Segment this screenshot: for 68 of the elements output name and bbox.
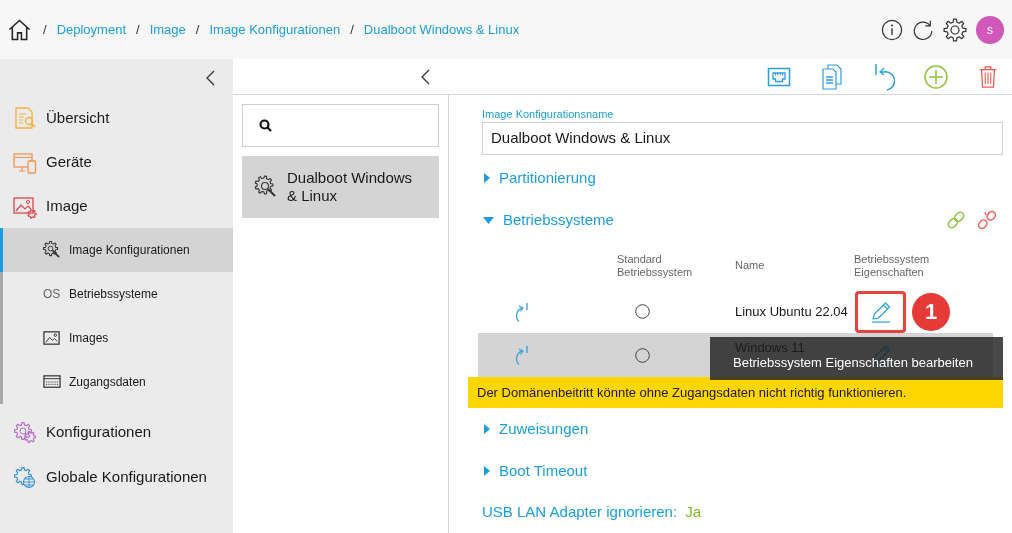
sidebar-label: Globale Konfigurationen xyxy=(46,466,207,487)
radio-button[interactable] xyxy=(635,347,650,363)
documents-icon[interactable] xyxy=(820,63,844,90)
rotate-arrow-icon[interactable] xyxy=(514,345,530,365)
settings-icon[interactable] xyxy=(943,17,967,42)
gear-search-icon xyxy=(254,175,278,199)
broken-link-icon[interactable] xyxy=(976,209,998,231)
section-title: Betriebssysteme xyxy=(503,209,614,230)
setting-value: Ja xyxy=(685,501,701,522)
sidebar-label: Übersicht xyxy=(46,107,110,128)
section-title: Zuweisungen xyxy=(499,418,589,439)
setting-label: USB LAN Adapter ignorieren: xyxy=(482,501,678,522)
warning-banner: Der Domänenbeitritt könnte ohne Zugangsdaten nicht richtig funktionieren. xyxy=(468,377,1003,408)
image-gear-icon xyxy=(13,194,37,219)
callout-badge: 1 xyxy=(912,292,950,331)
gear-search-icon xyxy=(43,241,61,259)
breadcrumb-separator: / xyxy=(43,20,47,39)
gears-icon xyxy=(13,420,37,444)
sidebar-label: Images xyxy=(69,330,109,347)
sidebar-subitem[interactable]: Image Konfigurationen xyxy=(0,228,233,272)
breadcrumb-separator: / xyxy=(136,20,140,39)
info-icon[interactable] xyxy=(881,18,903,41)
search-field[interactable] xyxy=(242,104,439,147)
sidebar-subitem[interactable]: OS Betriebssysteme xyxy=(0,272,233,316)
name-input[interactable]: Dualboot Windows & Linux xyxy=(482,122,1003,155)
sidebar-item[interactable]: Geräte xyxy=(0,140,233,185)
section-title: Partitionierung xyxy=(499,167,596,188)
sidebar-subitem[interactable]: Zugangsdaten xyxy=(0,360,233,404)
sidebar-item[interactable]: Übersicht xyxy=(0,96,233,140)
chevron-left-icon[interactable] xyxy=(205,69,215,86)
os-icon-text: OS xyxy=(43,286,61,303)
breadcrumb-separator: / xyxy=(350,20,354,39)
sidebar-item[interactable]: Image xyxy=(0,185,233,228)
delete-icon[interactable] xyxy=(977,64,999,89)
sidebar-label: Konfigurationen xyxy=(46,421,152,442)
column-header: Standard Betriebssystem xyxy=(617,252,694,279)
picture-icon xyxy=(43,329,61,347)
sidebar-subitem[interactable]: Images xyxy=(0,316,233,360)
field-label: Image Konfigurationsname xyxy=(482,108,615,120)
rotate-arrow-icon[interactable] xyxy=(514,301,530,322)
document-search-icon xyxy=(13,106,37,130)
sidebar-item[interactable]: Konfigurationen xyxy=(0,404,233,456)
list-item[interactable]: Dualboot Windows & Linux xyxy=(242,156,439,218)
search-icon xyxy=(259,119,272,132)
sidebar-label: Image Konfigurationen xyxy=(69,242,190,259)
sidebar-item[interactable]: Globale Konfigurationen xyxy=(0,456,233,498)
refresh-icon[interactable] xyxy=(912,18,934,41)
keyboard-icon xyxy=(43,373,61,391)
home-icon[interactable] xyxy=(8,17,31,42)
gear-globe-icon xyxy=(13,465,37,489)
chevron-left-icon[interactable] xyxy=(420,68,430,85)
os-name: Linux Ubuntu 22.04 xyxy=(735,304,849,319)
edit-button[interactable] xyxy=(855,290,906,333)
add-icon[interactable] xyxy=(924,64,948,89)
sidebar-label: Betriebssysteme xyxy=(69,286,158,303)
column-header: Betriebssystem Eigenschaften xyxy=(854,252,931,279)
sidebar-label: Zugangsdaten xyxy=(69,374,146,391)
radio-button[interactable] xyxy=(635,304,650,319)
breadcrumb-separator: / xyxy=(195,20,200,39)
undo-icon[interactable] xyxy=(873,62,895,91)
devices-icon xyxy=(13,150,37,175)
section-title: Boot Timeout xyxy=(499,460,588,481)
user-avatar[interactable]: s xyxy=(976,15,1004,44)
list-item-label: Dualboot Windows & Linux xyxy=(287,169,414,205)
link-icon[interactable] xyxy=(945,209,967,231)
column-header: Name xyxy=(735,259,766,272)
sidebar-label: Geräte xyxy=(46,152,92,173)
sidebar-label: Image xyxy=(46,196,88,217)
